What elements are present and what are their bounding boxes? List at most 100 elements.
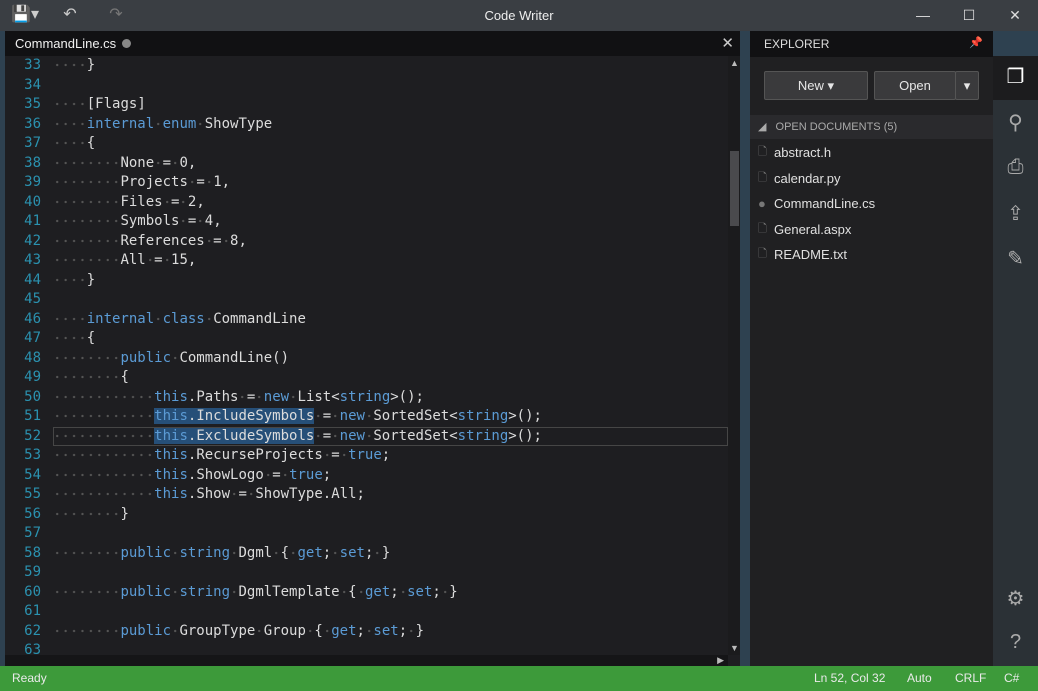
- code-line[interactable]: 61: [5, 602, 728, 622]
- close-button[interactable]: ✕: [992, 0, 1038, 31]
- code-line[interactable]: 52 this.ExcludeSymbols = new SortedSet<s…: [24, 426, 728, 446]
- scroll-down-icon[interactable]: ▼: [730, 643, 739, 653]
- print-icon[interactable]: ⎙: [993, 156, 1038, 179]
- search-icon[interactable]: ⚲: [993, 110, 1038, 135]
- code-text: this.IncludeSymbols = new SortedSet<stri…: [53, 408, 542, 424]
- code-line[interactable]: 49 {: [5, 368, 728, 388]
- line-number: 43: [24, 252, 41, 268]
- code-line[interactable]: 60 public string DgmlTemplate { get; set…: [5, 583, 728, 603]
- document-item[interactable]: 🗋 General.aspx: [750, 217, 993, 242]
- indent-mode[interactable]: Auto: [907, 666, 932, 691]
- code-line[interactable]: 33 }: [5, 56, 728, 76]
- tab-commandline[interactable]: CommandLine.cs: [15, 36, 132, 51]
- document-name: General.aspx: [774, 221, 852, 237]
- settings-icon[interactable]: ⚙: [993, 586, 1038, 611]
- code-line[interactable]: 63: [5, 641, 728, 655]
- maximize-button[interactable]: ☐: [946, 0, 992, 31]
- code-line[interactable]: 39 Projects = 1,: [5, 173, 728, 193]
- editor: CommandLine.cs ✕ 33 } 34 35 [Flags] 36 inte…: [5, 31, 740, 666]
- code-line[interactable]: 38 None = 0,: [5, 154, 728, 174]
- line-number: 62: [24, 622, 41, 639]
- code-line[interactable]: 57: [5, 524, 728, 544]
- line-number: 35: [24, 96, 41, 112]
- line-number: 61: [24, 603, 41, 619]
- pin-icon[interactable]: 📌: [969, 36, 983, 49]
- code-line[interactable]: 45: [5, 290, 728, 310]
- code-line[interactable]: 36 internal enum ShowType: [5, 115, 728, 135]
- line-number: 56: [24, 505, 41, 522]
- line-number: 34: [24, 76, 41, 93]
- horizontal-scrollbar[interactable]: ▶: [5, 655, 728, 666]
- line-ending[interactable]: CRLF: [955, 666, 986, 691]
- code-line[interactable]: 58 public string Dgml { get; set; }: [5, 544, 728, 564]
- close-tab-icon[interactable]: ✕: [721, 34, 734, 52]
- scroll-up-icon[interactable]: ▲: [730, 58, 739, 68]
- code-line[interactable]: 40 Files = 2,: [5, 193, 728, 213]
- code-line[interactable]: 55 this.Show = ShowType.All;: [5, 485, 728, 505]
- code-line[interactable]: 54 this.ShowLogo = true;: [5, 466, 728, 486]
- code-text: Files = 2,: [53, 193, 205, 210]
- code-line[interactable]: 62 public GroupType Group { get; set; }: [5, 622, 728, 642]
- code-text: this.Paths = new List<string>();: [53, 388, 424, 405]
- document-item[interactable]: 🗋 calendar.py: [750, 166, 993, 191]
- document-item[interactable]: 🗋 abstract.h: [750, 140, 993, 165]
- code-line[interactable]: 50 this.Paths = new List<string>();: [5, 388, 728, 408]
- code-line[interactable]: 47 {: [5, 329, 728, 349]
- code-line[interactable]: 56 }: [5, 505, 728, 525]
- open-button[interactable]: Open: [874, 71, 956, 100]
- open-dropdown-button[interactable]: ▾: [955, 71, 979, 100]
- code-line[interactable]: 43 All = 15,: [5, 251, 728, 271]
- line-number: 60: [24, 583, 41, 600]
- vertical-scrollbar[interactable]: ▲ ▼: [728, 56, 740, 655]
- line-number: 42: [24, 232, 41, 249]
- modified-dot-icon: [122, 39, 132, 48]
- scrollbar-thumb[interactable]: [730, 151, 739, 226]
- cursor-position[interactable]: Ln 52, Col 32: [814, 666, 885, 691]
- code-line[interactable]: 48 public CommandLine(): [5, 349, 728, 369]
- code-area[interactable]: 33 } 34 35 [Flags] 36 internal enum ShowTyp…: [5, 56, 728, 655]
- code-text: {: [53, 369, 129, 385]
- code-line[interactable]: 34: [5, 76, 728, 96]
- explorer-title: EXPLORER: [764, 37, 830, 51]
- code-line[interactable]: 51 this.IncludeSymbols = new SortedSet<s…: [5, 407, 728, 427]
- minimize-button[interactable]: —: [900, 0, 946, 31]
- line-number: 44: [24, 271, 41, 288]
- status-bar: Ready Ln 52, Col 32 Auto CRLF C#: [0, 666, 1038, 691]
- line-number: 55: [24, 486, 41, 502]
- line-number: 33: [24, 57, 41, 73]
- code-text: }: [53, 57, 95, 73]
- language[interactable]: C#: [1004, 666, 1019, 691]
- file-icon: 🗋: [758, 248, 767, 260]
- code-line[interactable]: 44 }: [5, 271, 728, 291]
- document-item[interactable]: ● CommandLine.cs: [750, 191, 993, 216]
- code-line[interactable]: 42 References = 8,: [5, 232, 728, 252]
- edit-icon[interactable]: ✎: [993, 246, 1038, 271]
- line-number: 38: [24, 154, 41, 171]
- code-text: {: [53, 135, 95, 151]
- section-label: OPEN DOCUMENTS (5): [775, 121, 898, 133]
- help-icon[interactable]: ?: [993, 631, 1038, 654]
- file-icon: 🗋: [758, 171, 767, 184]
- line-number: 63: [24, 642, 41, 655]
- file-icon: 🗋: [758, 146, 767, 158]
- code-line[interactable]: 37 {: [5, 134, 728, 154]
- title-bar: 💾▾ ↶ ↷ Code Writer — ☐ ✕: [0, 0, 1038, 31]
- open-documents-header[interactable]: ◢ OPEN DOCUMENTS (5): [750, 115, 993, 139]
- document-item[interactable]: 🗋 README.txt: [750, 242, 993, 267]
- code-line[interactable]: 35 [Flags]: [5, 95, 728, 115]
- new-button[interactable]: New ▾: [764, 71, 868, 100]
- code-line[interactable]: 59: [5, 563, 728, 583]
- code-line[interactable]: 41 Symbols = 4,: [5, 212, 728, 232]
- code-text: public CommandLine(): [53, 349, 289, 366]
- code-text: Symbols = 4,: [53, 213, 222, 229]
- share-icon[interactable]: ⇪: [993, 201, 1038, 226]
- code-text: }: [53, 271, 95, 288]
- code-text: All = 15,: [53, 252, 196, 268]
- documents-icon[interactable]: ❐: [993, 64, 1038, 89]
- code-text: this.ExcludeSymbols = new SortedSet<stri…: [53, 427, 542, 444]
- scroll-right-icon[interactable]: ▶: [717, 655, 724, 666]
- code-line[interactable]: 46 internal class CommandLine: [5, 310, 728, 330]
- code-line[interactable]: 53 this.RecurseProjects = true;: [5, 446, 728, 466]
- code-text: public GroupType Group { get; set; }: [53, 622, 424, 639]
- line-number: 51: [24, 408, 41, 424]
